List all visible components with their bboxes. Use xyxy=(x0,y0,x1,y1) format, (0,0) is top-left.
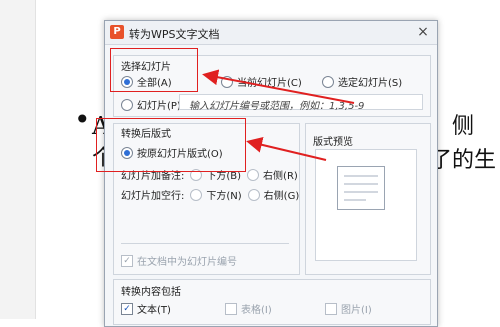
annotation-arrow-2 xyxy=(246,136,327,161)
annotation-arrows xyxy=(202,69,355,161)
annotation-arrow-1 xyxy=(202,69,355,104)
